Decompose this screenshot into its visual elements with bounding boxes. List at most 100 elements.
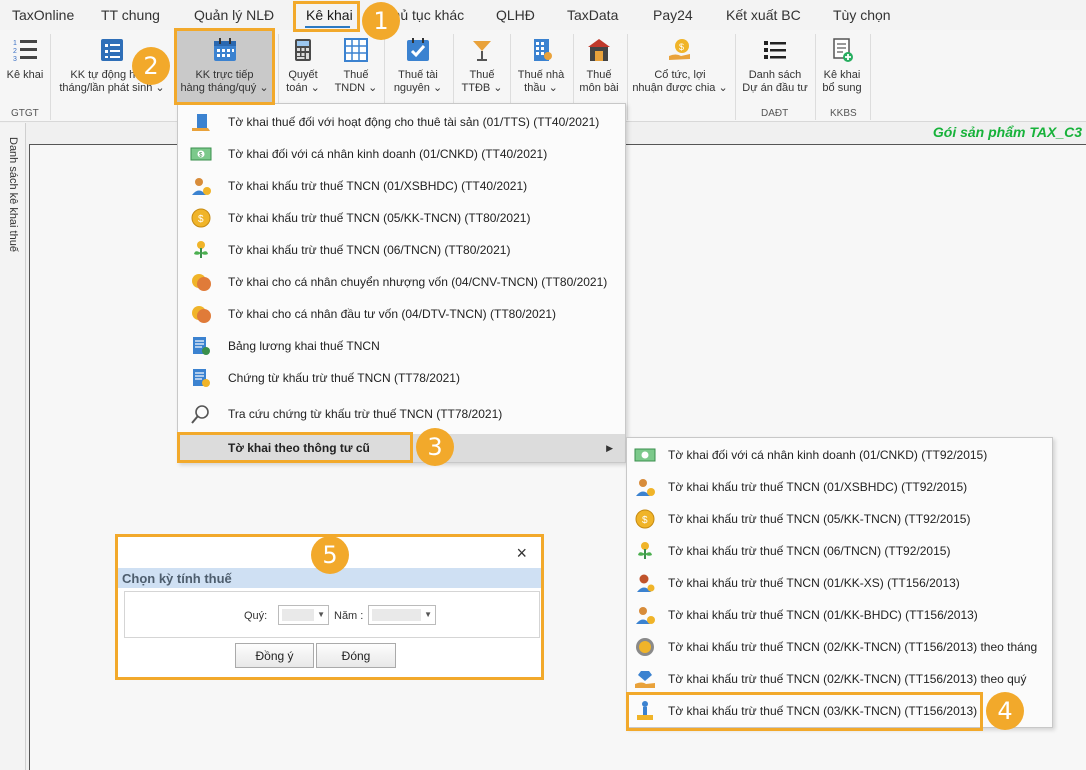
menu-item-04-dtv-tncn[interactable]: Tờ khai cho cá nhân đầu tư vốn (04/DTV-T… — [178, 298, 625, 330]
menu-item-label: Tờ khai cho cá nhân đầu tư vốn (04/DTV-T… — [228, 307, 557, 321]
menu-item-06-tncn[interactable]: Tờ khai khấu trừ thuế TNCN (06/TNCN) (TT… — [178, 234, 625, 266]
app-window: TaxOnline TT chung Quản lý NLĐ Kê khai T… — [0, 0, 1086, 770]
quyet-toan-button[interactable]: Quyết toán ⌄ — [282, 30, 324, 102]
submenu-item-label: Tờ khai khấu trừ thuế TNCN (02/KK-TNCN) … — [668, 640, 1038, 654]
submenu-item-label: Tờ khai khấu trừ thuế TNCN (01/KK-BHDC) … — [668, 608, 978, 622]
ribbon-label: Thuế nhà — [517, 69, 565, 81]
menu-tt-chung[interactable]: TT chung — [101, 7, 160, 23]
ribbon-divider — [735, 34, 736, 120]
submenu-item-01-cnkd[interactable]: Tờ khai đối với cá nhân kinh doanh (01/C… — [627, 439, 1052, 471]
year-select[interactable]: ▼ — [368, 605, 436, 625]
group-label-daddt: DAĐT — [761, 108, 789, 119]
menu-item-label: Tờ khai cho cá nhân chuyển nhượng vốn (0… — [228, 275, 608, 289]
menu-item-label: Chứng từ khấu trừ thuế TNCN (TT78/2021) — [228, 371, 460, 385]
ribbon-label: TNDN ⌄ — [334, 82, 378, 94]
woman-coin-icon — [637, 574, 655, 592]
chevron-down-icon: ▼ — [424, 610, 432, 619]
submenu-item-05-kk-tncn[interactable]: $ Tờ khai khấu trừ thuế TNCN (05/KK-TNCN… — [627, 503, 1052, 535]
ribbon-divider — [815, 34, 816, 120]
svg-text:2: 2 — [13, 48, 17, 55]
close-icon[interactable]: × — [516, 543, 527, 564]
submenu-item-01-kk-bhdc[interactable]: Tờ khai khấu trừ thuế TNCN (01/KK-BHDC) … — [627, 599, 1052, 631]
ribbon-divider — [627, 34, 628, 120]
coin-icon: $ — [191, 208, 211, 228]
period-field-group: Quý: ▼ Năm : ▼ — [124, 591, 540, 638]
submenu-item-02-kk-tncn-quy[interactable]: Tờ khai khấu trừ thuế TNCN (02/KK-TNCN) … — [627, 663, 1052, 695]
thong-tu-cu-submenu: Tờ khai đối với cá nhân kinh doanh (01/C… — [626, 437, 1053, 728]
ribbon-label: Thuế — [586, 69, 612, 81]
dong-y-button[interactable]: Đồng ý — [235, 643, 314, 668]
banknote-icon: $ — [190, 147, 212, 161]
submenu-item-label: Tờ khai khấu trừ thuế TNCN (01/KK-XS) (T… — [668, 576, 960, 590]
document-add-icon — [833, 38, 853, 62]
menu-pay24[interactable]: Pay24 — [653, 7, 693, 23]
menu-item-label: Tờ khai khấu trừ thuế TNCN (01/XSBHDC) (… — [228, 179, 528, 193]
submenu-item-label: Tờ khai khấu trừ thuế TNCN (06/TNCN) (TT… — [668, 544, 951, 558]
submenu-item-label: Tờ khai khấu trừ thuế TNCN (02/KK-TNCN) … — [668, 672, 1027, 686]
menu-item-01-cnkd[interactable]: $ Tờ khai đối với cá nhân kinh doanh (01… — [178, 138, 625, 170]
step-badge-1: 1 — [362, 2, 400, 40]
step-badge-5: 5 — [311, 536, 349, 574]
danh-sach-du-an-button[interactable]: Danh sách Dự án đầu tư — [739, 30, 811, 102]
coin-icon: $ — [635, 509, 655, 529]
ke-khai-gtgt-button[interactable]: 123 Kê khai — [2, 30, 48, 102]
menu-item-tra-cuu[interactable]: Tra cứu chứng từ khấu trừ thuế TNCN (TT7… — [178, 398, 625, 430]
gear-coin-icon — [636, 638, 654, 656]
quarter-select[interactable]: ▼ — [278, 605, 329, 625]
banknote-icon — [634, 448, 656, 462]
menu-item-label: Tờ khai đối với cá nhân kinh doanh (01/C… — [228, 147, 548, 161]
side-panel[interactable]: Danh sách kê khai thuế — [0, 123, 26, 770]
menu-item-05-kk-tncn[interactable]: $ Tờ khai khấu trừ thuế TNCN (05/KK-TNCN… — [178, 202, 625, 234]
person-coin-icon — [636, 607, 655, 624]
side-panel-label: Danh sách kê khai thuế — [7, 137, 19, 252]
svg-text:1: 1 — [13, 40, 17, 47]
dong-button[interactable]: Đóng — [316, 643, 396, 668]
product-label: Gói sản phẩm TAX_C3 — [932, 124, 1082, 140]
menu-quan-ly-nld[interactable]: Quản lý NLĐ — [194, 7, 274, 23]
menu-bar: TaxOnline TT chung Quản lý NLĐ Kê khai T… — [0, 0, 1086, 30]
year-label: Năm : — [334, 610, 364, 622]
numbered-list-icon: 123 — [13, 40, 37, 63]
submenu-item-01-xsbhdc[interactable]: Tờ khai khấu trừ thuế TNCN (01/XSBHDC) (… — [627, 471, 1052, 503]
person-coin-icon — [636, 479, 655, 496]
thue-tai-nguyen-button[interactable]: Thuế tài nguyên ⌄ — [390, 30, 446, 102]
menu-taxdata[interactable]: TaxData — [567, 7, 618, 23]
submenu-item-01-kk-xs[interactable]: Tờ khai khấu trừ thuế TNCN (01/KK-XS) (T… — [627, 567, 1052, 599]
payroll-icon — [193, 337, 210, 355]
step-badge-2: 2 — [132, 47, 170, 85]
menu-item-chung-tu[interactable]: Chứng từ khấu trừ thuế TNCN (TT78/2021) — [178, 362, 625, 394]
quarter-select-value — [282, 609, 314, 621]
menu-taxonline[interactable]: TaxOnline — [12, 7, 74, 23]
svg-text:$: $ — [198, 214, 204, 225]
ribbon-label: bổ sung — [822, 82, 862, 94]
receipt-icon — [193, 369, 210, 387]
thue-tndn-button[interactable]: Thuế TNDN ⌄ — [333, 30, 379, 102]
group-label-gtgt: GTGT — [11, 108, 39, 119]
menu-item-label: Tra cứu chứng từ khấu trừ thuế TNCN (TT7… — [228, 407, 503, 421]
checkbox-icon — [407, 38, 429, 61]
thue-nha-thau-button[interactable]: Thuế nhà thầu ⌄ — [514, 30, 568, 102]
menu-item-bang-luong[interactable]: Bảng lương khai thuế TNCN — [178, 330, 625, 362]
menu-ket-xuat-bc[interactable]: Kết xuất BC — [726, 7, 801, 23]
menu-item-01-tts[interactable]: Tờ khai thuế đối với hoạt động cho thuê … — [178, 106, 625, 138]
submenu-item-02-kk-tncn-thang[interactable]: Tờ khai khấu trừ thuế TNCN (02/KK-TNCN) … — [627, 631, 1052, 663]
ribbon-divider — [870, 34, 871, 120]
coin-hand-icon: $ — [669, 39, 690, 60]
ribbon-label: Thuế tài — [398, 69, 438, 81]
highlight-03-kk-tncn — [626, 692, 983, 731]
menu-tuy-chon[interactable]: Tùy chọn — [833, 7, 891, 23]
menu-item-01-xsbhdc[interactable]: Tờ khai khấu trừ thuế TNCN (01/XSBHDC) (… — [178, 170, 625, 202]
svg-text:$: $ — [642, 515, 648, 526]
ke-khai-bo-sung-button[interactable]: Kê khai bổ sung — [819, 30, 865, 102]
highlight-thong-tu-cu — [177, 432, 413, 463]
submenu-item-06-tncn[interactable]: Tờ khai khấu trừ thuế TNCN (06/TNCN) (TT… — [627, 535, 1052, 567]
money-plant-icon — [194, 241, 208, 258]
co-tuc-loi-nhuan-button[interactable]: $ Cổ tức, lợi nhuận được chia ⌄ — [630, 30, 730, 102]
menu-item-04-cnv-tncn[interactable]: Tờ khai cho cá nhân chuyển nhượng vốn (0… — [178, 266, 625, 298]
thue-mon-bai-button[interactable]: Thuế môn bài — [577, 30, 621, 102]
step-badge-4: 4 — [986, 692, 1024, 730]
highlight-kk-truc-tiep — [174, 28, 275, 105]
menu-qlhd[interactable]: QLHĐ — [496, 7, 535, 23]
thue-ttdb-button[interactable]: Thuế TTĐB ⌄ — [459, 30, 505, 102]
svg-text:$: $ — [679, 42, 684, 52]
